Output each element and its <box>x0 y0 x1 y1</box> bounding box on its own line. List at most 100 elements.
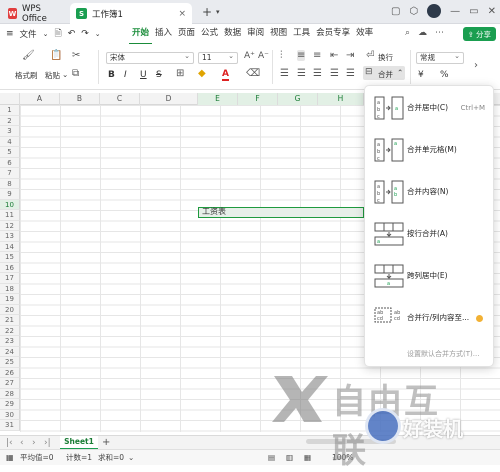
view-layout-icon[interactable]: ▦ <box>304 450 311 466</box>
row-header[interactable]: 23 <box>0 336 20 347</box>
chevron-down-icon[interactable]: ⌄ <box>128 450 134 466</box>
eraser-icon[interactable]: ⌫ <box>246 68 260 79</box>
row-header[interactable]: 10 <box>0 199 20 210</box>
percent-button[interactable]: % <box>440 70 449 80</box>
horizontal-scrollbar[interactable] <box>306 439 396 444</box>
merged-cell[interactable]: 工资表 <box>198 207 364 218</box>
row-header[interactable]: 12 <box>0 220 20 231</box>
menu-item-merge-content[interactable]: abc ab 合并内容(N) <box>365 174 495 210</box>
row-header[interactable]: 13 <box>0 231 20 242</box>
save-icon[interactable]: 🗎 <box>54 26 61 42</box>
share-button[interactable]: ⇪ 分享 <box>462 27 496 41</box>
column-header[interactable]: B <box>60 93 100 105</box>
tab-tools[interactable]: 工具 <box>290 23 313 45</box>
sheet-tab[interactable]: Sheet1 <box>60 436 98 450</box>
add-sheet-button[interactable]: + <box>102 436 110 450</box>
row-header[interactable]: 21 <box>0 315 20 326</box>
copy-icon[interactable]: ⧉ <box>72 68 79 79</box>
merge-button[interactable]: ⊟ 合并 ⌃ <box>363 66 405 80</box>
italic-button[interactable]: I <box>124 70 127 80</box>
distribute-icon[interactable]: ☰ <box>346 68 355 79</box>
row-header[interactable]: 31 <box>0 420 20 431</box>
hamburger-icon[interactable]: ≡ <box>6 29 14 39</box>
close-window-icon[interactable]: ✕ <box>488 6 496 17</box>
fill-color-icon[interactable]: ◆ <box>198 68 206 79</box>
set-default-merge-link[interactable]: 设置默认合并方式(T)... <box>407 349 479 359</box>
menu-item-merge-cells[interactable]: abc a 合并单元格(M) <box>365 132 495 168</box>
column-header[interactable]: A <box>20 93 60 105</box>
decrease-font-icon[interactable]: A⁻ <box>258 51 269 61</box>
tab-page[interactable]: 页面 <box>175 23 198 45</box>
select-all-corner[interactable] <box>0 93 20 105</box>
close-tab-icon[interactable]: × <box>178 9 186 19</box>
more-icon[interactable]: ⋯ <box>435 28 444 38</box>
row-header[interactable]: 2 <box>0 115 20 126</box>
menu-item-merge-to[interactable]: ab cd ab cd 合并行/列内容至... <box>365 300 495 336</box>
row-header[interactable]: 11 <box>0 210 20 221</box>
row-header[interactable]: 30 <box>0 409 20 420</box>
column-header[interactable]: D <box>140 93 198 105</box>
chevron-down-icon[interactable]: ⌄ <box>62 70 68 79</box>
align-right-icon[interactable]: ☰ <box>313 68 322 79</box>
underline-button[interactable]: U <box>140 70 147 80</box>
last-sheet-icon[interactable]: ›| <box>44 436 51 450</box>
row-header[interactable]: 29 <box>0 399 20 410</box>
prev-sheet-icon[interactable]: ‹ <box>20 436 24 450</box>
align-bottom-icon[interactable]: ≡ <box>313 50 321 61</box>
tab-member[interactable]: 会员专享 <box>313 23 353 45</box>
zoom-level[interactable]: 100% <box>332 450 353 466</box>
row-header[interactable]: 28 <box>0 388 20 399</box>
format-painter-button[interactable]: 格式刷 <box>15 70 38 81</box>
column-header[interactable]: C <box>100 93 140 105</box>
column-header[interactable]: G <box>278 93 318 105</box>
format-painter-icon[interactable]: 🖌 <box>22 50 35 61</box>
redo-icon[interactable]: ↷ <box>81 29 89 39</box>
search-icon[interactable]: ⌕ <box>405 28 410 38</box>
cube-icon[interactable]: ⬡ <box>409 6 418 17</box>
align-left-icon[interactable]: ☰ <box>280 68 289 79</box>
row-header[interactable]: 14 <box>0 241 20 252</box>
paste-button[interactable]: 粘贴 <box>45 70 60 81</box>
wrap-text-icon[interactable]: ⏎ <box>366 50 374 61</box>
menu-item-center-across[interactable]: a 跨列居中(E) <box>365 258 495 294</box>
font-color-button[interactable]: A <box>222 69 229 81</box>
bold-button[interactable]: B <box>108 70 115 80</box>
row-header[interactable]: 24 <box>0 346 20 357</box>
row-header[interactable]: 3 <box>0 126 20 137</box>
next-sheet-icon[interactable]: › <box>32 436 36 450</box>
strikethrough-icon[interactable]: S <box>156 70 162 80</box>
row-header[interactable]: 26 <box>0 367 20 378</box>
tab-wps-office[interactable]: W WPS Office <box>2 3 66 24</box>
tab-data[interactable]: 数据 <box>221 23 244 45</box>
tab-efficiency[interactable]: 效率 <box>353 23 376 45</box>
row-header[interactable]: 15 <box>0 252 20 263</box>
indent-increase-icon[interactable]: ⇥ <box>346 50 354 61</box>
tab-formula[interactable]: 公式 <box>198 23 221 45</box>
row-header[interactable]: 25 <box>0 357 20 368</box>
chevron-down-icon[interactable]: ⌄ <box>43 30 49 38</box>
indent-decrease-icon[interactable]: ⇤ <box>330 50 338 61</box>
row-header[interactable]: 22 <box>0 325 20 336</box>
wrap-text-button[interactable]: 换行 <box>378 52 393 63</box>
view-page-icon[interactable]: ▥ <box>286 450 293 466</box>
currency-button[interactable]: ¥ <box>418 70 424 80</box>
column-header[interactable]: F <box>238 93 278 105</box>
justify-icon[interactable]: ☰ <box>330 68 339 79</box>
row-header[interactable]: 20 <box>0 304 20 315</box>
file-menu[interactable]: 文件 <box>20 28 37 40</box>
first-sheet-icon[interactable]: |‹ <box>6 436 13 450</box>
chevron-down-icon[interactable]: ⌄ <box>95 30 101 38</box>
row-header[interactable]: 27 <box>0 378 20 389</box>
row-header[interactable]: 9 <box>0 189 20 200</box>
row-header[interactable]: 8 <box>0 178 20 189</box>
avatar[interactable] <box>427 4 442 18</box>
row-header[interactable]: 16 <box>0 262 20 273</box>
increase-font-icon[interactable]: A⁺ <box>244 51 255 61</box>
font-size-select[interactable]: 11 <box>198 51 238 64</box>
row-header[interactable]: 4 <box>0 136 20 147</box>
chevron-right-icon[interactable]: › <box>474 60 478 71</box>
align-top-icon[interactable]: ⫶ <box>280 50 283 61</box>
menu-item-merge-center[interactable]: abc a 合并居中(C) Ctrl+M <box>365 90 495 126</box>
border-icon[interactable]: ⊞ <box>176 68 184 79</box>
tab-view[interactable]: 视图 <box>267 23 290 45</box>
